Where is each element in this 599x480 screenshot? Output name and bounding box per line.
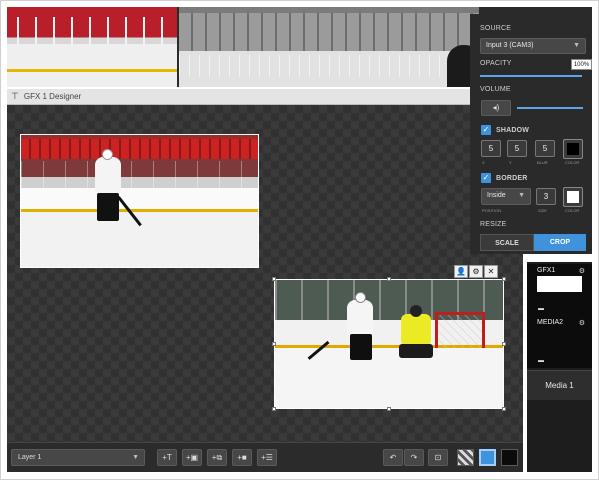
add-list-button[interactable]: +☰	[257, 449, 277, 466]
resize-handle-se[interactable]	[502, 407, 506, 411]
source-item-label: MEDIA2	[537, 319, 564, 326]
scale-button[interactable]: SCALE	[480, 234, 534, 251]
design-canvas[interactable]: 👤 ⚙ ✕	[7, 105, 523, 442]
chevron-down-icon: ▼	[518, 192, 525, 199]
player-helmet	[355, 292, 366, 303]
player-helmet	[102, 149, 113, 160]
source-item-media2[interactable]: MEDIA2 ⚙ ▬	[527, 316, 592, 368]
properties-panel: SOURCE Input 3 (CAM3) ▼ OPACITY VOLUME ✓…	[470, 14, 592, 254]
shadow-checkbox[interactable]: ✓	[481, 125, 491, 135]
person-icon[interactable]: 👤	[454, 265, 468, 278]
source-select-value: Input 3 (CAM3)	[486, 42, 534, 49]
hockey-player	[95, 149, 121, 221]
chevron-down-icon: ▼	[573, 42, 580, 49]
shadow-label: SHADOW	[496, 127, 530, 134]
lock-icon: ▬	[538, 306, 544, 312]
source-item-media1[interactable]: Media 1	[527, 370, 592, 400]
resize-handle-e[interactable]	[502, 342, 506, 346]
designer-toolbar: Layer 1 ▼ +T +▣ +⧉ +■ +☰ ↶ ↷ ⊡	[7, 442, 523, 472]
border-label: BORDER	[496, 175, 528, 182]
volume-label: VOLUME	[480, 86, 511, 93]
layer-select[interactable]: Layer 1 ▼	[11, 449, 145, 466]
opacity-value: 100%	[571, 59, 592, 70]
add-text-button[interactable]: +T	[157, 449, 177, 466]
add-video-button[interactable]: +■	[232, 449, 252, 466]
gear-icon[interactable]: ⚙	[579, 267, 585, 275]
shadow-blur-sublabel: BLUR	[537, 160, 548, 165]
goalie-mask	[410, 305, 422, 317]
shadow-color-swatch[interactable]	[563, 139, 583, 159]
chevron-down-icon: ▼	[132, 454, 139, 461]
crop-button[interactable]: CROP	[534, 234, 586, 251]
border-position-select[interactable]: Inside ▼	[481, 188, 531, 205]
resize-handle-nw[interactable]	[272, 277, 276, 281]
view-black-button[interactable]	[501, 449, 518, 466]
undo-icon[interactable]: ↶	[383, 449, 403, 466]
border-color-sublabel: COLOR	[565, 208, 580, 213]
arena-glass	[21, 161, 258, 189]
redo-icon[interactable]: ↷	[404, 449, 424, 466]
rink-boards	[21, 188, 258, 212]
add-slideshow-button[interactable]: +⧉	[207, 449, 227, 466]
close-icon[interactable]: ✕	[484, 265, 498, 278]
source-item-gfx1[interactable]: GFX1 ⚙ ▬	[527, 264, 592, 316]
resize-handle-sw[interactable]	[272, 407, 276, 411]
shadow-blur-field[interactable]: 5	[535, 140, 555, 157]
gear-icon[interactable]: ⚙	[579, 319, 585, 327]
image-layer-skater[interactable]	[20, 134, 259, 268]
shadow-x-field[interactable]: 5	[481, 140, 501, 157]
video-layer-cam3[interactable]	[274, 279, 504, 409]
camera-thumbnail-1[interactable]	[7, 7, 177, 87]
gfx1-preview	[537, 276, 582, 292]
add-image-button[interactable]: +▣	[182, 449, 202, 466]
arena-seats	[21, 139, 258, 159]
shadow-color-sublabel: COLOR	[565, 160, 580, 165]
fit-to-screen-icon[interactable]: ⊡	[428, 449, 448, 466]
layer-action-bar: 👤 ⚙ ✕	[454, 265, 498, 278]
resize-handle-n[interactable]	[387, 277, 391, 281]
layer-select-value: Layer 1	[18, 454, 42, 461]
hockey-net	[435, 312, 485, 348]
player-legs	[97, 193, 119, 221]
designer-titlebar: ⊤ GFX 1 Designer	[7, 89, 523, 105]
shadow-x-sublabel: X	[482, 160, 485, 165]
hockey-player	[347, 292, 373, 360]
player-legs	[350, 334, 372, 360]
source-item-label: GFX1	[537, 267, 556, 274]
resize-handle-ne[interactable]	[502, 277, 506, 281]
view-checker-button[interactable]	[457, 449, 474, 466]
speaker-icon[interactable]: ◂)	[481, 100, 511, 116]
gfx-designer-window: ⊤ GFX 1 Designer 👤 ⚙ ✕ Layer 1 ▼ +T +▣ +…	[7, 89, 523, 472]
designer-app-icon: ⊤	[11, 91, 19, 101]
designer-title: GFX 1 Designer	[23, 92, 82, 101]
source-label: SOURCE	[480, 25, 512, 32]
source-select[interactable]: Input 3 (CAM3) ▼	[480, 38, 586, 54]
border-position-sublabel: POSITION	[482, 208, 502, 213]
volume-slider[interactable]	[517, 107, 583, 109]
view-blue-button[interactable]	[479, 449, 496, 466]
camera-thumbnail-2[interactable]	[179, 7, 479, 87]
opacity-slider[interactable]	[480, 75, 582, 77]
hockey-goalie	[399, 305, 433, 358]
border-position-value: Inside	[487, 192, 506, 199]
opacity-label: OPACITY	[480, 60, 512, 67]
border-size-sublabel: SIZE	[538, 208, 547, 213]
resize-handle-w[interactable]	[272, 342, 276, 346]
border-checkbox[interactable]: ✓	[481, 173, 491, 183]
resize-label: RESIZE	[480, 221, 507, 228]
goalie-pads	[399, 344, 433, 358]
source-list: GFX1 ⚙ ▬ MEDIA2 ⚙ ▬ Media 1	[527, 262, 592, 472]
border-size-field[interactable]: 3	[536, 188, 556, 205]
resize-handle-s[interactable]	[387, 407, 391, 411]
shadow-y-sublabel: Y	[509, 160, 512, 165]
shadow-y-field[interactable]: 5	[507, 140, 527, 157]
lock-icon: ▬	[538, 358, 544, 364]
border-color-swatch[interactable]	[563, 187, 583, 207]
gear-icon[interactable]: ⚙	[469, 265, 483, 278]
